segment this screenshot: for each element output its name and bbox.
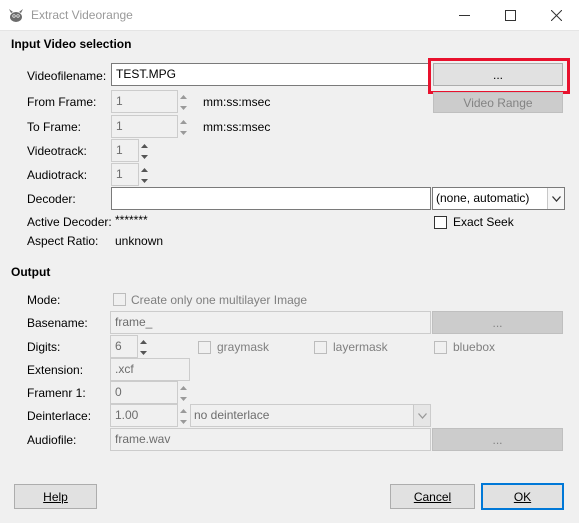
deinterlace-select[interactable]: no deinterlace (190, 404, 431, 427)
close-button[interactable] (533, 0, 579, 31)
help-button[interactable]: Help (14, 484, 97, 509)
spin-up-icon (140, 339, 147, 344)
basename-label: Basename: (27, 316, 88, 330)
videofilename-label: Videofilename: (27, 69, 107, 83)
audiofile-input[interactable]: frame.wav (110, 428, 431, 451)
basename-browse-button[interactable]: ... (432, 311, 563, 334)
decoder-label: Decoder: (27, 192, 76, 206)
to-frame-spin-down[interactable] (179, 127, 188, 138)
to-frame-input[interactable]: 1 (111, 115, 178, 138)
minimize-icon (458, 15, 470, 16)
deinterlace-select-value: no deinterlace (194, 408, 270, 422)
cancel-button[interactable]: Cancel (390, 484, 475, 509)
bluebox-checkbox[interactable] (434, 341, 447, 354)
layermask-checkbox[interactable] (314, 341, 327, 354)
deinterlace-dropdown-toggle[interactable] (413, 405, 430, 426)
spin-up-icon (180, 94, 187, 99)
gimp-icon (9, 9, 23, 22)
spin-down-icon (141, 178, 148, 183)
from-frame-label: From Frame: (27, 95, 97, 109)
from-frame-spin-down[interactable] (179, 102, 188, 113)
videofilename-input[interactable]: TEST.MPG (111, 63, 431, 86)
from-frame-unit: mm:ss:msec (203, 95, 271, 109)
spin-down-icon (140, 350, 147, 355)
digits-spin-down[interactable] (139, 347, 148, 358)
exact-seek-checkbox[interactable] (434, 216, 447, 229)
graymask-label[interactable]: graymask (217, 340, 269, 354)
spin-up-icon (180, 385, 187, 390)
chevron-down-icon (417, 412, 427, 419)
audiotrack-label: Audiotrack: (27, 168, 88, 182)
extension-input[interactable]: .xcf (110, 358, 190, 381)
framenr-input[interactable]: 0 (110, 381, 178, 404)
from-frame-spin-up[interactable] (179, 91, 188, 102)
spin-up-icon (141, 167, 148, 172)
spin-down-icon (180, 396, 187, 401)
basename-input[interactable]: frame_ (110, 311, 431, 334)
ok-button-label: OK (513, 489, 532, 504)
maximize-button[interactable] (487, 0, 533, 31)
decoder-select[interactable]: (none, automatic) (432, 187, 565, 210)
videotrack-label: Videotrack: (27, 144, 87, 158)
spin-up-icon (141, 143, 148, 148)
audiofile-browse-button[interactable]: ... (432, 428, 563, 451)
exact-seek-label[interactable]: Exact Seek (453, 215, 514, 229)
multilayer-checkbox[interactable] (113, 293, 126, 306)
decoder-input[interactable] (111, 187, 431, 210)
spin-down-icon (180, 130, 187, 135)
graymask-checkbox[interactable] (198, 341, 211, 354)
to-frame-unit: mm:ss:msec (203, 120, 271, 134)
videotrack-input[interactable]: 1 (111, 139, 139, 162)
close-icon (550, 10, 562, 21)
cancel-button-label: Cancel (413, 489, 452, 504)
video-range-button[interactable]: Video Range (433, 92, 563, 113)
spin-up-icon (180, 119, 187, 124)
videotrack-spin-down[interactable] (140, 151, 149, 162)
framenr-spin-up[interactable] (179, 382, 188, 393)
extension-label: Extension: (27, 363, 84, 377)
mode-label: Mode: (27, 293, 61, 307)
aspect-ratio-label: Aspect Ratio: (27, 234, 99, 248)
audiotrack-spin-down[interactable] (140, 175, 149, 186)
bluebox-label[interactable]: bluebox (453, 340, 495, 354)
decoder-select-value: (none, automatic) (436, 191, 530, 205)
deinterlace-spin-up[interactable] (179, 405, 188, 416)
audiofile-label: Audiofile: (27, 433, 77, 447)
maximize-icon (504, 10, 516, 21)
videofilename-browse-button[interactable]: ... (433, 63, 563, 86)
spin-down-icon (141, 154, 148, 159)
spin-down-icon (180, 419, 187, 424)
to-frame-spin-up[interactable] (179, 116, 188, 127)
digits-input[interactable]: 6 (110, 335, 138, 358)
from-frame-input[interactable]: 1 (111, 90, 178, 113)
layermask-label[interactable]: layermask (333, 340, 388, 354)
spin-down-icon (180, 105, 187, 110)
chevron-down-icon (551, 195, 561, 202)
help-button-label: Help (43, 489, 68, 504)
ok-button[interactable]: OK (481, 483, 564, 510)
framenr-label: Framenr 1: (27, 386, 86, 400)
deinterlace-label: Deinterlace: (27, 409, 92, 423)
multilayer-checkbox-label[interactable]: Create only one multilayer Image (131, 293, 307, 307)
digits-spin-up[interactable] (139, 336, 148, 347)
spin-up-icon (180, 408, 187, 413)
videotrack-spin-up[interactable] (140, 140, 149, 151)
audiotrack-spin-up[interactable] (140, 164, 149, 175)
deinterlace-spin-down[interactable] (179, 416, 188, 427)
aspect-ratio-value: unknown (115, 234, 164, 248)
output-section-heading: Output (11, 265, 51, 279)
decoder-dropdown-toggle[interactable] (547, 188, 564, 209)
to-frame-label: To Frame: (27, 120, 82, 134)
active-decoder-value: ******* (115, 213, 148, 227)
title-bar: Extract Videorange (0, 0, 579, 31)
framenr-spin-down[interactable] (179, 393, 188, 404)
window-title: Extract Videorange (31, 8, 133, 22)
input-section-heading: Input Video selection (11, 37, 132, 51)
active-decoder-label: Active Decoder: (27, 215, 112, 229)
minimize-button[interactable] (441, 0, 487, 31)
audiotrack-input[interactable]: 1 (111, 163, 139, 186)
deinterlace-input[interactable]: 1.00 (110, 404, 178, 427)
digits-label: Digits: (27, 340, 61, 354)
